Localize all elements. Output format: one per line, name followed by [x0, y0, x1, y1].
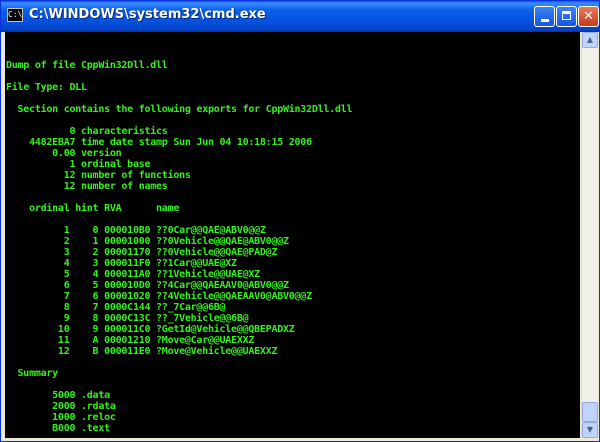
console-line: 5 4 000011A0 ??1Vehicle@@UAE@XZ — [6, 269, 260, 280]
cmd-window: C:\ C:\WINDOWS\system32\cmd.exe ✕ Dump o… — [0, 0, 600, 442]
minimize-icon — [540, 19, 549, 22]
console-line: 2 1 00001000 ??0Vehicle@@QAE@ABV0@@Z — [6, 236, 289, 247]
console-line: B000 .text — [6, 423, 110, 434]
console-line: Section contains the following exports f… — [6, 104, 353, 115]
vertical-scrollbar[interactable]: ▲ ▼ — [581, 32, 598, 438]
scroll-thumb[interactable] — [582, 402, 598, 422]
console-line: 11 A 00001210 ?Move@Car@@UAEXXZ — [6, 335, 255, 346]
console-line: 1 ordinal base — [6, 159, 151, 170]
console-line: 10 9 000011C0 ?GetId@Vehicle@@QBEPADXZ — [6, 324, 295, 335]
console-line: 12 B 000011E0 ?Move@Vehicle@@UAEXXZ — [6, 346, 278, 357]
console-line: 7 6 00001020 ??4Vehicle@@QAEAAV0@ABV0@@Z — [6, 291, 312, 302]
maximize-icon — [562, 11, 571, 20]
console-line: Summary — [6, 368, 59, 379]
console-line: 4482EBA7 time date stamp Sun Jun 04 10:1… — [6, 137, 312, 148]
console-line: 2000 .rdata — [6, 401, 116, 412]
console-line: Dump of file CppWin32Dll.dll — [6, 60, 168, 71]
console-line: 12 number of functions — [6, 170, 191, 181]
maximize-button[interactable] — [556, 6, 577, 27]
title-bar[interactable]: C:\ C:\WINDOWS\system32\cmd.exe ✕ — [1, 1, 599, 32]
cmd-icon[interactable]: C:\ — [7, 8, 23, 22]
console-line: ordinal hint RVA name — [6, 203, 180, 214]
scroll-down-icon[interactable]: ▼ — [582, 422, 598, 438]
console-line: 9 8 0000C13C ??_7Vehicle@@6B@ — [6, 313, 249, 324]
console-line: 1 0 000010B0 ??0Car@@QAE@ABV0@@Z — [6, 225, 266, 236]
close-button[interactable]: ✕ — [578, 6, 599, 27]
console-line: 12 number of names — [6, 181, 168, 192]
console-line: File Type: DLL — [6, 82, 87, 93]
console-line: 6 5 000010D0 ??4Car@@QAEAAV0@ABV0@@Z — [6, 280, 289, 291]
window-title: C:\WINDOWS\system32\cmd.exe — [29, 7, 266, 22]
console-line: 0 characteristics — [6, 126, 168, 137]
console-line: 5000 .data — [6, 390, 110, 401]
minimize-button[interactable] — [534, 6, 555, 27]
console-line: 4 3 000011F0 ??1Car@@UAE@XZ — [6, 258, 237, 269]
console-line: 0.00 version — [6, 148, 122, 159]
console-output[interactable]: Dump of file CppWin32Dll.dll File Type: D… — [5, 32, 580, 438]
console-line: 3 2 00001170 ??0Vehicle@@QAE@PAD@Z — [6, 247, 278, 258]
console-line: 8 7 0000C144 ??_7Car@@6B@ — [6, 302, 226, 313]
console-line: 1000 .reloc — [6, 412, 116, 423]
scroll-up-icon[interactable]: ▲ — [582, 32, 598, 48]
